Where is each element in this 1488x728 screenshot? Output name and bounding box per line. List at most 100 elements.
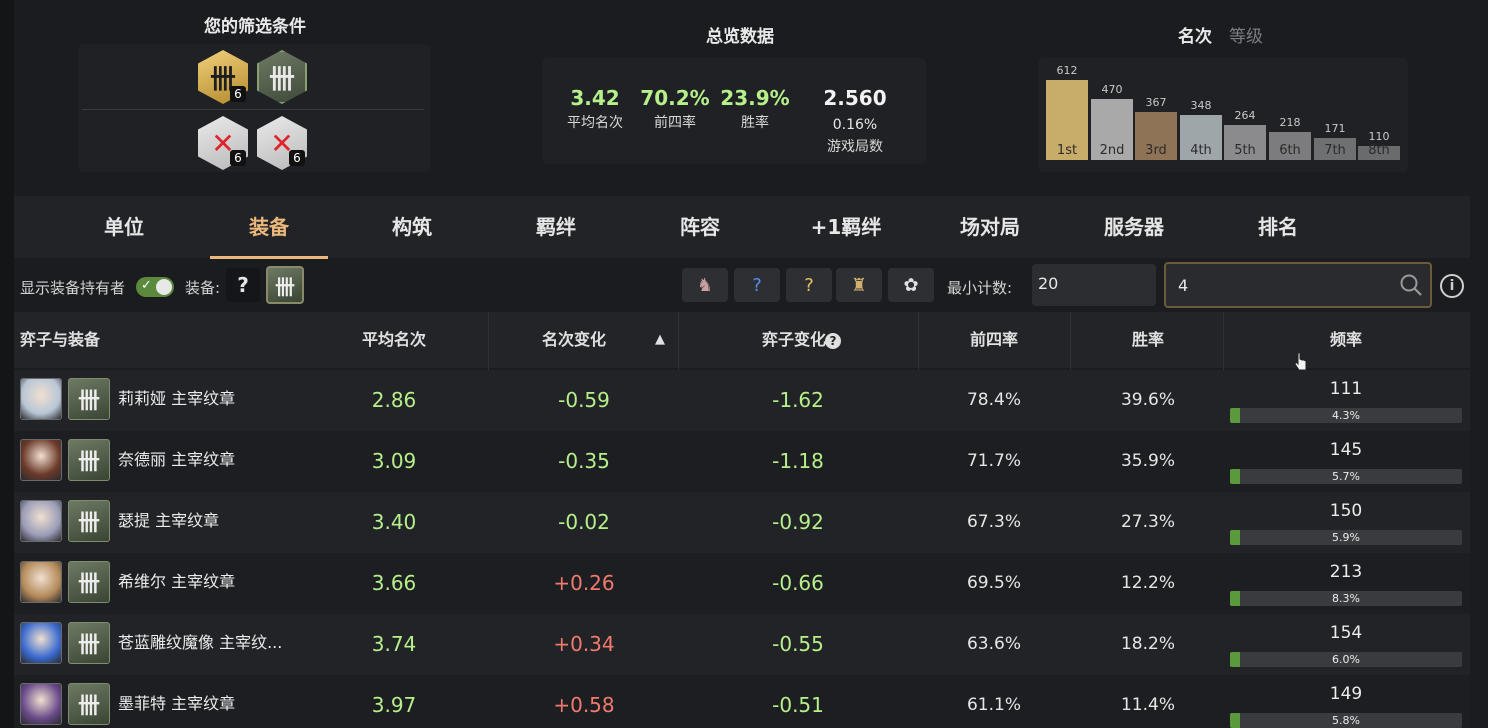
table-row[interactable]: 卌墨菲特 主宰纹章 3.97 +0.58 -0.51 61.1% 11.4% 149 5.8% (14, 675, 1470, 728)
win-value: 27.3% (1120, 512, 1175, 532)
histogram-bar-label: 5th (1234, 143, 1256, 158)
level-tab[interactable]: 等级 (1229, 22, 1263, 47)
stat-avg-place: 3.42 平均名次 (560, 86, 630, 132)
dominator-emblem-icon[interactable]: 卌 (68, 439, 110, 481)
unit-item-name: 墨菲特 主宰纹章 (118, 694, 236, 713)
champion-portrait[interactable] (20, 622, 62, 664)
tab-items[interactable]: 装备 (210, 196, 328, 258)
champion-portrait[interactable] (20, 500, 62, 542)
random-unit-icon[interactable]: ? (734, 268, 780, 302)
min-count-input[interactable]: 20 (1032, 264, 1156, 306)
histogram-bar-label: 4th (1190, 143, 1212, 158)
frequency-count: 149 (1329, 684, 1363, 704)
filter-panel (78, 44, 430, 172)
top4-value: 63.6% (966, 634, 1021, 654)
unit-change-value: -0.55 (772, 632, 824, 656)
champion-portrait[interactable] (20, 561, 62, 603)
page: 您的筛选条件 卌 6 卌 ✕ 6 ✕ 6 总览数据 3.42 平均名次 70.2… (0, 0, 1488, 728)
histogram-bar-count: 264 (1234, 109, 1256, 122)
champion-portrait[interactable] (20, 439, 62, 481)
dominator-emblem-icon[interactable]: 卌 (266, 266, 304, 304)
frequency-count: 154 (1329, 623, 1363, 643)
stat-top4: 70.2% 前四率 (640, 86, 710, 132)
place-change-value: -0.59 (558, 388, 610, 412)
check-icon: ✓ (141, 278, 152, 293)
frequency-percent: 6.0% (1332, 653, 1360, 666)
stat-value: 23.9% (720, 86, 790, 110)
top4-value: 67.3% (966, 512, 1021, 532)
table-row[interactable]: 卌奈德丽 主宰纹章 3.09 -0.35 -1.18 71.7% 35.9% 145 5.7% (14, 431, 1470, 492)
tab-ranking[interactable]: 排名 (1224, 196, 1332, 258)
stat-label: 游戏局数 (827, 139, 883, 155)
filter-divider (82, 109, 424, 110)
filter-count-badge: 6 (289, 150, 305, 166)
search-icon[interactable] (1398, 272, 1424, 298)
show-holder-toggle[interactable]: ✓ (136, 277, 174, 297)
win-value: 39.6% (1120, 390, 1175, 410)
frequency-percent: 5.9% (1332, 531, 1360, 544)
sort-ascending-icon[interactable]: ▲ (650, 312, 670, 368)
dominator-emblem-icon[interactable]: 卌 (68, 622, 110, 664)
table-header: 弈子与装备 平均名次 名次变化 ▲ 弈子变化 ? 前四率 胜率 频率 (14, 312, 1470, 368)
unit-item-name: 瑟提 主宰纹章 (118, 511, 220, 530)
search-input[interactable]: 4 (1164, 262, 1432, 308)
histogram-bar-count: 470 (1101, 83, 1123, 96)
item-filter-label: 装备: (185, 279, 221, 297)
frequency-count: 150 (1329, 501, 1363, 521)
col-header-avg-place[interactable]: 平均名次 (334, 312, 454, 368)
win-value: 35.9% (1120, 451, 1175, 471)
tab-plus-one-trait[interactable]: +1羁绊 (782, 196, 910, 258)
filter-count-badge: 6 (230, 150, 246, 166)
tactician-icon[interactable]: ♜ (836, 268, 882, 302)
table-row[interactable]: 卌瑟提 主宰纹章 3.40 -0.02 -0.92 67.3% 27.3% 150 5.9% (14, 492, 1470, 553)
histogram-bar-count: 171 (1324, 122, 1346, 135)
show-holder-label: 显示装备持有者 (20, 279, 126, 297)
histogram-bar-label: 8th (1368, 143, 1390, 158)
tab-servers[interactable]: 服务器 (1080, 196, 1188, 258)
random-item-icon[interactable]: ? (786, 268, 832, 302)
col-header-top4[interactable]: 前四率 (934, 312, 1054, 368)
stat-value: 70.2% (640, 86, 710, 110)
frequency-percent: 5.7% (1332, 470, 1360, 483)
histogram-bar-label: 1st (1056, 143, 1078, 158)
dominator-emblem-icon[interactable]: 卌 (68, 561, 110, 603)
top4-value: 69.5% (966, 573, 1021, 593)
placement-tab[interactable]: 名次 (1178, 22, 1212, 47)
table-row[interactable]: 卌莉莉娅 主宰纹章 2.86 -0.59 -1.62 78.4% 39.6% 111 4.3% (14, 370, 1470, 431)
tab-matches[interactable]: 场对局 (936, 196, 1044, 258)
unit-item-name: 苍蓝雕纹魔像 主宰纹... (118, 633, 283, 652)
col-header-win[interactable]: 胜率 (1088, 312, 1208, 368)
frequency-bar: 8.3% (1230, 591, 1462, 606)
col-header-unit-item[interactable]: 弈子与装备 (20, 312, 100, 368)
frequency-count: 145 (1329, 440, 1363, 460)
table-row[interactable]: 卌苍蓝雕纹魔像 主宰纹... 3.74 +0.34 -0.55 63.6% 18.2% 15… (14, 614, 1470, 675)
champion-portrait[interactable] (20, 378, 62, 420)
place-change-value: +0.58 (553, 693, 615, 717)
unit-item-name: 希维尔 主宰纹章 (118, 572, 236, 591)
tab-traits[interactable]: 羁绊 (502, 196, 610, 258)
toggle-knob (156, 279, 172, 295)
tab-units[interactable]: 单位 (68, 196, 180, 258)
dominator-emblem-icon[interactable]: 卌 (68, 683, 110, 725)
stat-value: 3.42 (570, 86, 620, 110)
win-value: 18.2% (1120, 634, 1175, 654)
min-count-label: 最小计数: (947, 279, 1013, 297)
dominator-emblem-icon[interactable]: 卌 (68, 500, 110, 542)
unknown-item-icon[interactable]: ? (226, 268, 260, 302)
dominator-emblem-icon[interactable]: 卌 (68, 378, 110, 420)
avg-place-value: 2.86 (371, 388, 417, 412)
augment-icon[interactable]: ✿ (888, 268, 934, 302)
champion-portrait[interactable] (20, 683, 62, 725)
col-header-place-change[interactable]: 名次变化 (514, 312, 634, 368)
tab-builds[interactable]: 构筑 (358, 196, 466, 258)
avg-place-value: 3.40 (371, 510, 417, 534)
histogram-bar-label: 2nd (1099, 143, 1125, 158)
unit-change-value: -0.66 (772, 571, 824, 595)
nav-tabs: 单位 装备 构筑 羁绊 阵容 +1羁绊 场对局 服务器 排名 (14, 196, 1470, 258)
champion-filter-icon[interactable]: ♞ (682, 268, 728, 302)
table-row[interactable]: 卌希维尔 主宰纹章 3.66 +0.26 -0.66 69.5% 12.2% 213 8.3% (14, 553, 1470, 614)
help-icon[interactable]: ? (825, 312, 841, 368)
tab-comps[interactable]: 阵容 (646, 196, 754, 258)
frequency-percent: 8.3% (1332, 592, 1360, 605)
info-icon[interactable]: i (1440, 274, 1464, 298)
